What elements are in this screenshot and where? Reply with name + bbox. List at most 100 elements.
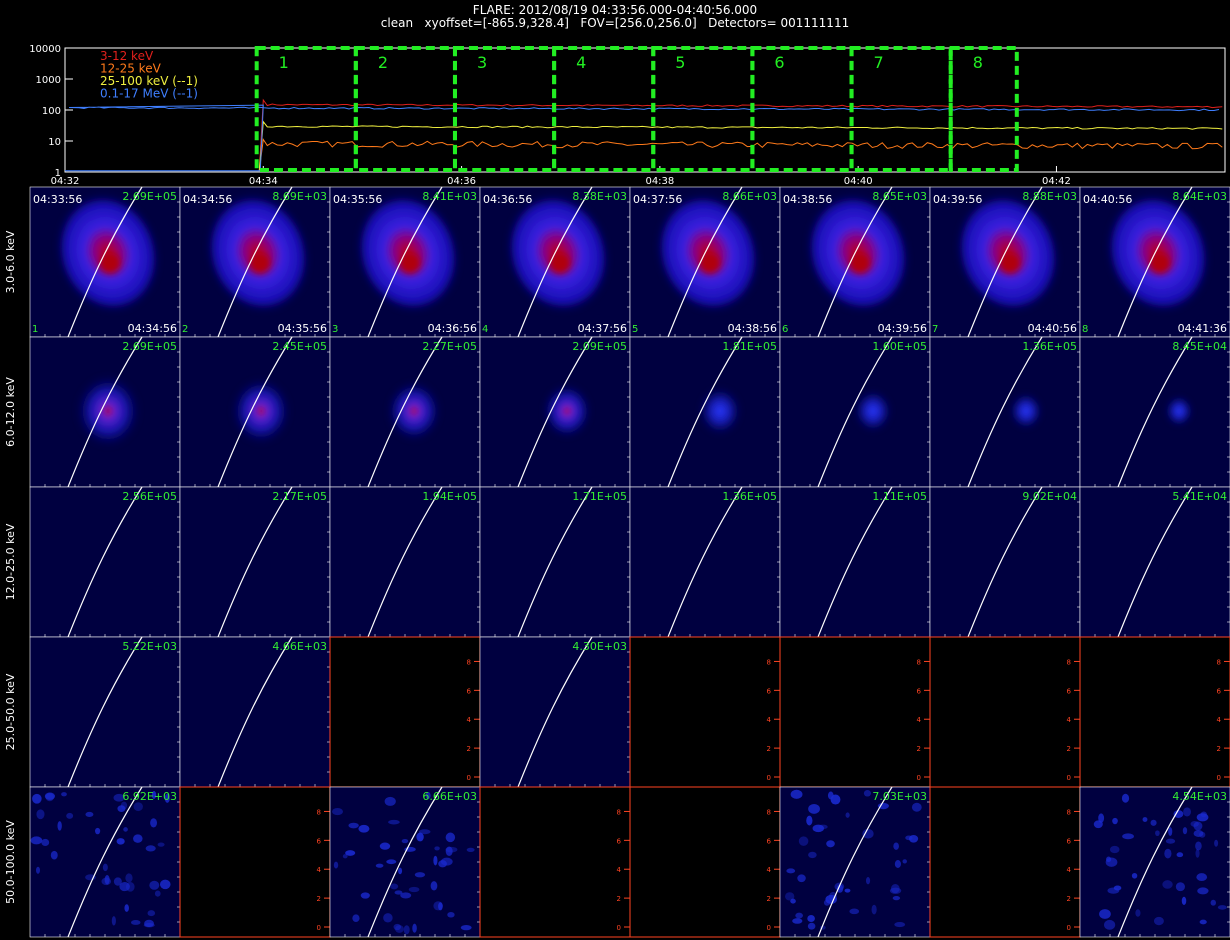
noise-blob: [159, 879, 171, 890]
noise-blob: [1210, 899, 1216, 906]
panel-background: [29, 636, 181, 788]
peak-value-label: 7.03E+03: [872, 790, 927, 803]
image-cell: 8.69E+03 04:34:56 04:35:56 2: [179, 186, 331, 338]
noise-blob: [445, 832, 456, 843]
noise-blob: [1181, 896, 1187, 906]
noise-blob: [111, 916, 116, 926]
noise-blob: [808, 851, 817, 859]
source-emission: [541, 382, 593, 440]
noise-blob: [332, 807, 343, 816]
peak-value-label: 5.41E+04: [1172, 490, 1227, 503]
source-emission: [1164, 394, 1194, 428]
peak-value-label: 1.36E+05: [1022, 340, 1077, 353]
panel-index-label: 6: [782, 324, 788, 335]
empty-panel: [929, 636, 1081, 788]
peak-value-label: 4.30E+03: [572, 640, 627, 653]
panel-background: [1079, 486, 1230, 638]
empty-tick-label: 4: [617, 866, 622, 874]
empty-panel: [629, 636, 781, 788]
noise-blob: [124, 904, 129, 912]
noise-blob: [447, 911, 455, 918]
end-time-label: 04:38:56: [728, 322, 777, 335]
panel-background: [779, 486, 931, 638]
noise-blob: [1214, 839, 1219, 847]
image-cell: 8.64E+03 04:40:56 04:41:36 8: [1079, 186, 1230, 338]
end-time-label: 04:40:56: [1028, 322, 1077, 335]
panel-background: [929, 486, 1081, 638]
peak-value-label: 8.38E+03: [572, 190, 627, 203]
noise-blob: [1112, 817, 1118, 825]
end-time-label: 04:34:56: [128, 322, 177, 335]
peak-value-label: 1.71E+05: [572, 490, 627, 503]
noise-blob: [1099, 909, 1111, 919]
noise-blob: [892, 896, 901, 901]
image-cell: 2.69E+05: [29, 336, 181, 488]
noise-blob: [32, 793, 42, 804]
end-time-label: 04:41:36: [1178, 322, 1227, 335]
noise-blob: [827, 791, 834, 800]
image-cell: 6.66E+03: [329, 786, 481, 938]
noise-blob: [1199, 919, 1207, 925]
empty-tick-label: 0: [467, 774, 471, 782]
noise-blob: [790, 898, 796, 904]
peak-value-label: 1.36E+05: [722, 490, 777, 503]
peak-value-label: 1.81E+05: [722, 340, 777, 353]
empty-tick-label: 0: [1067, 924, 1071, 932]
noise-blob: [360, 892, 370, 899]
noise-blob: [1105, 857, 1118, 867]
image-cell: 0 2 4 6 8: [1079, 636, 1230, 788]
noise-blob: [150, 818, 158, 828]
image-cell: 0 2 4 6 8: [779, 636, 931, 788]
noise-blob: [849, 908, 860, 915]
image-cell: 5.22E+03: [29, 636, 181, 788]
peak-value-label: 2.27E+05: [422, 340, 477, 353]
peak-value-label: 2.69E+05: [122, 190, 177, 203]
noise-blob: [408, 886, 420, 893]
noise-blob: [1190, 820, 1199, 827]
noise-blob: [908, 835, 919, 843]
empty-panel: [1079, 636, 1230, 788]
empty-tick-label: 2: [617, 895, 621, 903]
peak-value-label: 5.22E+03: [122, 640, 177, 653]
peak-value-label: 8.64E+03: [1172, 190, 1227, 203]
empty-tick-label: 6: [1067, 837, 1072, 845]
noise-blob: [123, 827, 128, 832]
image-cell: 1.94E+05: [329, 486, 481, 638]
empty-tick-label: 2: [1217, 745, 1221, 753]
row-label: 6.0-12.0 keV: [4, 377, 17, 447]
peak-value-label: 2.17E+05: [272, 490, 327, 503]
noise-blob: [1131, 872, 1138, 879]
image-cell: 1.81E+05: [629, 336, 781, 488]
end-time-label: 04:37:56: [578, 322, 627, 335]
start-time-label: 04:37:56: [633, 193, 682, 206]
empty-panel: [179, 786, 331, 938]
noise-blob: [379, 842, 391, 850]
noise-blob: [894, 921, 906, 928]
panel-background: [929, 336, 1081, 488]
empty-tick-label: 6: [617, 837, 622, 845]
noise-blob: [414, 872, 426, 878]
peak-value-label: 4.54E+03: [1172, 790, 1227, 803]
empty-tick-label: 6: [917, 687, 922, 695]
empty-panel: [629, 786, 781, 938]
noise-blob: [30, 836, 43, 845]
end-time-label: 04:35:56: [278, 322, 327, 335]
image-grid: 3.0-6.0 keV 2.69E+05 04:33:56 04:34:56 1 8.69…: [4, 186, 1230, 938]
image-cell: 1.71E+05: [479, 486, 631, 638]
empty-tick-label: 4: [1067, 716, 1072, 724]
noise-blob: [786, 868, 796, 874]
noise-blob: [1182, 827, 1188, 835]
noise-blob: [902, 859, 907, 864]
noise-blob: [797, 874, 806, 883]
row-label: 25.0-50.0 keV: [4, 673, 17, 750]
noise-blob: [1155, 830, 1160, 837]
panel-index-label: 8: [1082, 324, 1088, 335]
noise-blob: [45, 793, 55, 802]
image-cell: 2.09E+05: [479, 336, 631, 488]
peak-value-label: 6.92E+03: [122, 790, 177, 803]
noise-blob: [845, 812, 850, 818]
empty-tick-label: 4: [317, 866, 322, 874]
empty-tick-label: 6: [317, 837, 322, 845]
noise-blob: [795, 912, 803, 919]
empty-tick-label: 2: [917, 745, 921, 753]
